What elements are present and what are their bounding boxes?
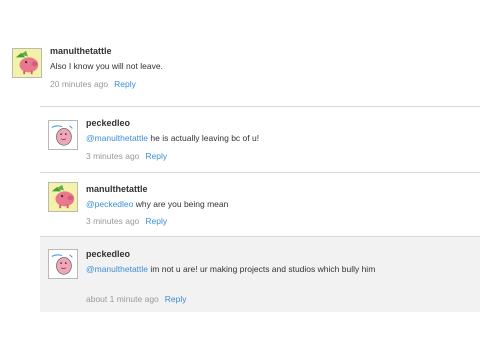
- reply-comment-item: peckedleo @manulthetattle he is actually…: [40, 106, 480, 172]
- comment-text: @peckedleo why are you being mean: [86, 198, 471, 210]
- pink-pig-green-bg-avatar-icon: [49, 183, 77, 211]
- pink-blob-sketch-avatar-icon: [49, 121, 77, 149]
- pink-pig-green-bg-avatar-icon: [13, 49, 41, 77]
- user-mention-link[interactable]: @peckedleo: [86, 199, 133, 209]
- comment-timestamp: 3 minutes ago: [86, 216, 140, 226]
- user-avatar[interactable]: [48, 249, 78, 279]
- comment-meta: 3 minutes ago Reply: [86, 216, 167, 226]
- user-mention-link[interactable]: @manulthetattle: [86, 264, 148, 274]
- comment-meta: 3 minutes ago Reply: [86, 151, 167, 161]
- comment-timestamp: 3 minutes ago: [86, 151, 140, 161]
- comment-text: @manulthetattle im not u are! ur making …: [86, 263, 376, 275]
- user-mention-link[interactable]: @manulthetattle: [86, 133, 148, 143]
- comment-body: he is actually leaving bc of u!: [148, 133, 260, 143]
- reply-comment-item: peckedleo @manulthetattle im not u are! …: [40, 236, 480, 312]
- comment-body: why are you being mean: [133, 199, 229, 209]
- comment-author[interactable]: peckedleo: [86, 118, 130, 128]
- comment-meta: 20 minutes ago Reply: [50, 79, 136, 89]
- reply-button[interactable]: Reply: [165, 294, 187, 304]
- user-avatar[interactable]: [48, 182, 78, 212]
- comment-timestamp: about 1 minute ago: [86, 294, 159, 304]
- reply-button[interactable]: Reply: [145, 216, 167, 226]
- reply-comment-item: manulthetattle @peckedleo why are you be…: [40, 172, 480, 236]
- comment-text: @manulthetattle he is actually leaving b…: [86, 132, 471, 144]
- user-avatar[interactable]: [48, 120, 78, 150]
- comment-author[interactable]: manulthetattle: [86, 184, 148, 194]
- comment-body: im not u are! ur making projects and stu…: [148, 264, 376, 274]
- reply-button[interactable]: Reply: [114, 79, 136, 89]
- user-avatar[interactable]: [12, 48, 42, 78]
- comment-item: manulthetattle Also I know you will not …: [12, 42, 480, 106]
- comment-author[interactable]: peckedleo: [86, 249, 130, 259]
- pink-blob-sketch-avatar-icon: [49, 250, 77, 278]
- comment-text: Also I know you will not leave.: [50, 60, 470, 72]
- comment-meta: about 1 minute ago Reply: [86, 294, 187, 304]
- reply-button[interactable]: Reply: [145, 151, 167, 161]
- comment-timestamp: 20 minutes ago: [50, 79, 109, 89]
- comment-author[interactable]: manulthetattle: [50, 46, 112, 56]
- comment-body: Also I know you will not leave.: [50, 61, 163, 71]
